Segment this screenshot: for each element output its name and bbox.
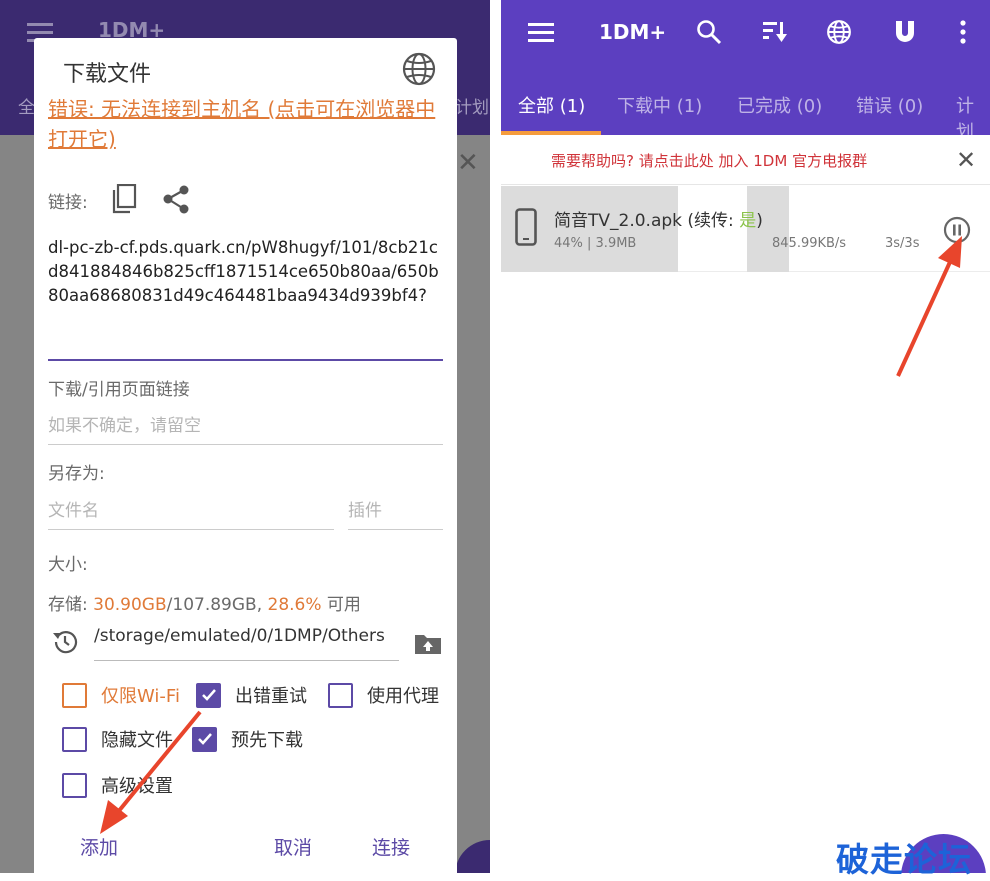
close-icon: ✕ (457, 148, 479, 178)
background-tab-all: 全 (18, 98, 35, 118)
download-speed: 845.99KB/s (772, 236, 847, 251)
referer-label: 下载/引用页面链接 (48, 380, 190, 400)
connect-button[interactable]: 连接 (372, 833, 410, 860)
save-as-label: 另存为: (48, 464, 105, 484)
time-remaining: 3s/3s (885, 236, 920, 251)
help-banner[interactable]: 需要帮助吗? 请点击此处 加入 1DM 官方电报群 ✕ (501, 135, 990, 185)
pre-download-checkbox[interactable]: 预先下载 (192, 726, 303, 752)
cancel-button[interactable]: 取消 (274, 833, 312, 860)
dialog-title: 下载文件 (63, 62, 152, 87)
close-icon[interactable]: ✕ (956, 146, 976, 174)
filename-underline (48, 529, 334, 530)
menu-icon[interactable] (523, 14, 559, 50)
right-screenshot: 1DM+ 全部 (1) 下载中 (1) 已完成 (0) 错误 (0) 计划 需要… (501, 0, 990, 873)
checkbox-box[interactable] (62, 772, 87, 798)
file-name: 简音TV_2.0.apk (续传: 是) (554, 211, 763, 231)
app-title: 1DM+ (599, 20, 667, 44)
search-icon[interactable] (691, 14, 727, 50)
referer-underline (48, 444, 443, 445)
screenshot-divider (490, 0, 501, 873)
link-label: 链接: (48, 193, 88, 213)
storage-info: 存储: 30.90GB/107.89GB, 28.6% 可用 (48, 595, 361, 615)
history-icon[interactable] (50, 627, 80, 657)
magnet-icon[interactable] (887, 14, 923, 50)
connection-error-link[interactable]: 错误: 无法连接到主机名 (点击可在浏览器中打开它) (48, 94, 448, 154)
checkbox-box[interactable] (62, 682, 87, 708)
filename-input[interactable]: 文件名 (48, 496, 99, 521)
tab-downloading[interactable]: 下载中 (1) (617, 92, 702, 118)
add-button[interactable]: 添加 (80, 833, 118, 860)
download-file-dialog: 下载文件 错误: 无法连接到主机名 (点击可在浏览器中打开它) 链接: dl-p… (34, 38, 457, 873)
copy-icon[interactable] (111, 183, 137, 214)
tab-error[interactable]: 错误 (0) (856, 92, 923, 118)
url-field[interactable]: dl-pc-zb-cf.pds.quark.cn/pW8hugyf/101/8c… (48, 236, 448, 308)
plugin-underline (348, 529, 443, 530)
left-screenshot: 1DM+ 全 计划 ✕ 下载文件 错误: 无法连接到主机名 (点击可在浏览器中打… (0, 0, 490, 873)
url-underline (48, 359, 443, 361)
download-item[interactable]: 简音TV_2.0.apk (续传: 是) 44% | 3.9MB 845.99K… (501, 186, 990, 272)
pause-icon[interactable] (943, 216, 971, 244)
folder-upload-icon[interactable] (414, 631, 442, 655)
browser-globe-icon[interactable] (821, 14, 857, 50)
more-icon[interactable] (945, 14, 981, 50)
share-icon[interactable] (162, 184, 190, 214)
tab-completed[interactable]: 已完成 (0) (737, 92, 822, 118)
phone-icon (515, 208, 537, 246)
wifi-only-checkbox[interactable]: 仅限Wi-Fi (62, 682, 180, 708)
watermark: 破走论坛 (836, 840, 972, 879)
help-banner-text[interactable]: 需要帮助吗? 请点击此处 加入 1DM 官方电报群 (551, 150, 867, 171)
retry-on-error-checkbox[interactable]: 出错重试 (196, 682, 307, 708)
plugin-input[interactable]: 插件 (348, 496, 382, 521)
checkbox-box[interactable] (192, 726, 217, 752)
referer-input[interactable]: 如果不确定，请留空 (48, 411, 201, 436)
tab-all[interactable]: 全部 (1) (518, 92, 585, 118)
browser-globe-icon[interactable] (401, 51, 437, 87)
advanced-settings-checkbox[interactable]: 高级设置 (62, 772, 173, 798)
sort-icon[interactable] (757, 14, 793, 50)
progress-text: 44% | 3.9MB (554, 236, 637, 251)
checkbox-box[interactable] (196, 682, 221, 708)
background-tab-plan: 计划 (455, 98, 489, 118)
size-label: 大小: (48, 555, 88, 575)
hidden-file-checkbox[interactable]: 隐藏文件 (62, 726, 173, 752)
checkbox-box[interactable] (328, 682, 353, 708)
path-underline (94, 660, 399, 661)
checkbox-box[interactable] (62, 726, 87, 752)
use-proxy-checkbox[interactable]: 使用代理 (328, 682, 439, 708)
save-path-input[interactable]: /storage/emulated/0/1DMP/Others (94, 626, 385, 646)
